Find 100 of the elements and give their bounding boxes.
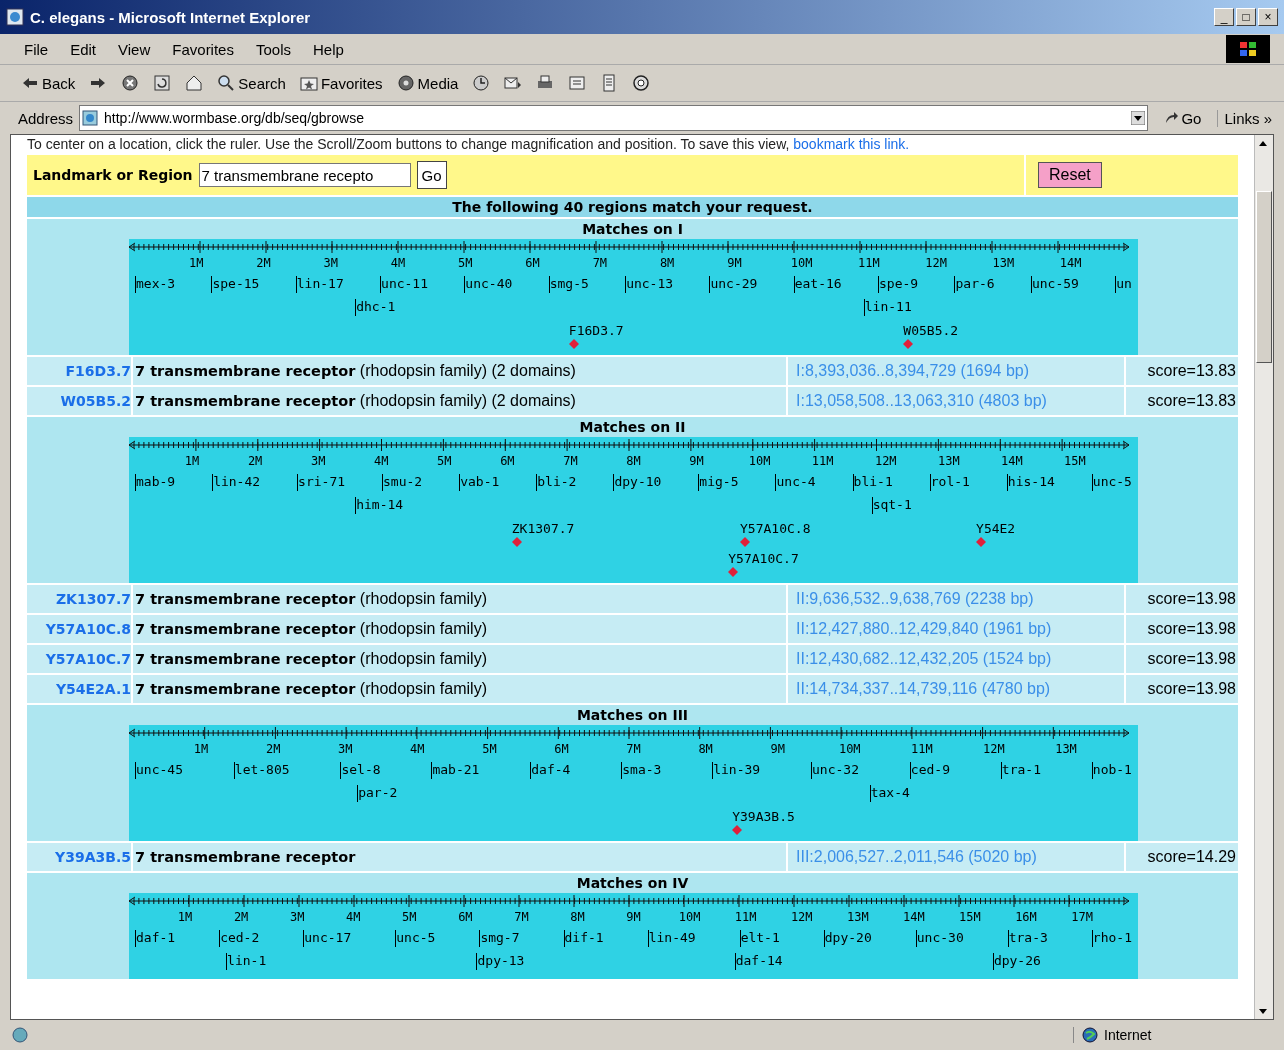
gene-label[interactable]: unc-30 xyxy=(915,930,964,947)
gene-label[interactable]: smg-7 xyxy=(479,930,520,947)
gene-label[interactable]: par-6 xyxy=(954,276,995,293)
bookmark-link[interactable]: bookmark this link. xyxy=(793,136,910,152)
gene-label[interactable]: par-2 xyxy=(357,785,398,802)
gene-label[interactable]: sri-71 xyxy=(297,474,346,491)
gene-label[interactable]: unc-45 xyxy=(135,762,183,779)
diamond-marker-icon[interactable] xyxy=(976,537,987,547)
gene-label[interactable]: let-805 xyxy=(233,762,290,779)
match-label[interactable]: ZK1307.7 xyxy=(511,521,575,537)
match-label[interactable]: Y39A3B.5 xyxy=(732,809,795,825)
links-button[interactable]: Links » xyxy=(1217,109,1278,127)
gene-label[interactable]: ced-2 xyxy=(219,930,260,947)
gene-label[interactable]: unc-59 xyxy=(1030,276,1079,293)
gene-label[interactable]: mig-5 xyxy=(698,474,739,491)
gene-label[interactable]: tax-4 xyxy=(869,785,910,802)
gene-label[interactable]: smg-5 xyxy=(548,276,589,293)
gene-label[interactable]: dpy-13 xyxy=(476,953,525,970)
gene-label[interactable]: spe-15 xyxy=(211,276,260,293)
gene-label[interactable]: unc-29 xyxy=(709,276,758,293)
gene-label[interactable]: unc-5 xyxy=(395,930,436,947)
gene-label[interactable]: smu-2 xyxy=(382,474,423,491)
ruler-drawing[interactable] xyxy=(129,725,1129,741)
gene-label[interactable]: sqt-1 xyxy=(871,497,912,514)
gene-label[interactable]: rol-1 xyxy=(929,474,970,491)
chromosome-map[interactable]: 1M 2M 3M 4M 5M 6M 7M 8M 9M 10M 11M 12M 13M 14M 15M 16M 17M daf-1 ced-2 unc-17 unc-5 smg-7 dif-1 lin-49 elt-1 dpy-20 unc-30 tra-3 rho-1 lin-1 dpy-13 daf-14 dpy-26 xyxy=(129,893,1138,979)
gene-label[interactable]: unc-4 xyxy=(775,474,816,491)
window-control-button[interactable]: _ xyxy=(1214,8,1234,26)
gene-label[interactable]: lin-1 xyxy=(226,953,267,970)
gene-label[interactable]: lin-17 xyxy=(295,276,344,293)
gene-label[interactable]: bli-2 xyxy=(536,474,577,491)
gene-label[interactable]: unc-13 xyxy=(625,276,674,293)
scroll-thumb[interactable] xyxy=(1256,191,1272,363)
gene-label[interactable]: lin-49 xyxy=(647,930,696,947)
gene-label[interactable]: his-14 xyxy=(1006,474,1055,491)
gene-label[interactable]: daf-14 xyxy=(734,953,783,970)
go-button[interactable]: Go xyxy=(1154,109,1212,127)
gene-label[interactable]: tra-1 xyxy=(1000,762,1041,779)
gene-label[interactable]: unc-11 xyxy=(380,276,429,293)
gene-label[interactable]: tra-3 xyxy=(1007,930,1048,947)
gene-label[interactable]: dpy-10 xyxy=(613,474,662,491)
gene-label[interactable]: unc-32 xyxy=(811,762,859,779)
diamond-marker-icon[interactable] xyxy=(568,339,579,349)
gene-label[interactable]: ced-9 xyxy=(909,762,950,779)
gene-label[interactable]: bli-1 xyxy=(852,474,893,491)
dropdown-arrow-icon[interactable] xyxy=(1131,111,1146,125)
ruler-drawing[interactable] xyxy=(129,893,1129,909)
menu-item[interactable]: View xyxy=(118,40,151,58)
gene-label[interactable]: sel-8 xyxy=(340,762,381,779)
landmark-field[interactable]: 7 transmembrane recepto xyxy=(198,163,411,187)
gene-label[interactable]: sma-3 xyxy=(621,762,662,779)
vertical-scrollbar[interactable] xyxy=(1254,135,1273,1019)
gene-label[interactable]: lin-11 xyxy=(863,299,912,316)
match-label[interactable]: Y57A10C.7 xyxy=(728,551,799,567)
gene-label[interactable]: vab-1 xyxy=(459,474,500,491)
gene-label[interactable]: lin-42 xyxy=(212,474,261,491)
gene-label[interactable]: unc-17 xyxy=(303,930,352,947)
back-button[interactable]: Back xyxy=(18,72,79,94)
chromosome-map[interactable]: 1M 2M 3M 4M 5M 6M 7M 8M 9M 10M 11M 12M 13M 14M 15M mab-9 lin-42 sri-71 smu-2 vab-1 bli-2 dpy-10 mig-5 unc-4 bli-1 rol-1 his-14 unc-5 him-14 sqt-1 ZK1307.7 Y57A10C.8 Y54E2 Y57A10C.7 xyxy=(129,437,1138,583)
gene-label[interactable]: eat-16 xyxy=(793,276,842,293)
match-label[interactable]: Y57A10C.8 xyxy=(740,521,811,537)
gene-label[interactable]: dif-1 xyxy=(563,930,604,947)
gene-label[interactable]: spe-9 xyxy=(878,276,919,293)
menu-item[interactable]: Tools xyxy=(255,40,291,58)
gene-label[interactable]: nob-1 xyxy=(1091,762,1132,779)
reset-button[interactable]: Reset xyxy=(1038,162,1102,188)
chromosome-map[interactable]: 1M 2M 3M 4M 5M 6M 7M 8M 9M 10M 11M 12M 13M unc-45 let-805 sel-8 mab-21 daf-4 sma-3 lin-39 unc-32 ced-9 tra-1 nob-1 par-2 tax-4 Y39A3B.5 xyxy=(129,725,1138,841)
gene-label[interactable]: dhc-1 xyxy=(355,299,396,316)
gene-label[interactable]: dpy-20 xyxy=(823,930,872,947)
gene-label[interactable]: dpy-26 xyxy=(992,953,1041,970)
window-control-button[interactable]: □ xyxy=(1236,8,1256,26)
media-button[interactable]: Media xyxy=(393,72,462,94)
diamond-marker-icon[interactable] xyxy=(732,825,743,835)
window-control-button[interactable]: × xyxy=(1258,8,1278,26)
go-button[interactable]: Go xyxy=(416,161,447,189)
gene-label[interactable]: him-14 xyxy=(355,497,404,514)
diamond-marker-icon[interactable] xyxy=(740,537,750,547)
ruler-drawing[interactable] xyxy=(129,239,1129,255)
favorites-button[interactable]: Favorites xyxy=(296,72,386,94)
gene-label[interactable]: daf-4 xyxy=(530,762,571,779)
diamond-marker-icon[interactable] xyxy=(903,339,914,349)
chromosome-map[interactable]: 1M 2M 3M 4M 5M 6M 7M 8M 9M 10M 11M 12M 13M 14M mex-3 spe-15 lin-17 unc-11 unc-40 smg-5 unc-13 unc-29 eat-16 spe-9 par-6 unc-59 un dhc-1 lin-11 F16D3.7 W05B5.2 xyxy=(129,239,1138,355)
menu-item[interactable]: Help xyxy=(313,40,344,58)
gene-label[interactable]: unc-5 xyxy=(1091,474,1132,491)
menu-item[interactable]: File xyxy=(24,40,49,58)
gene-label[interactable]: daf-1 xyxy=(135,930,176,947)
gene-label[interactable]: unc-40 xyxy=(464,276,513,293)
address-field[interactable]: http://www.wormbase.org/db/seq/gbrowse xyxy=(79,105,1149,131)
gene-label[interactable]: elt-1 xyxy=(739,930,780,947)
search-button[interactable]: Search xyxy=(214,72,289,94)
gene-label[interactable]: mex-3 xyxy=(135,276,176,293)
menu-item[interactable]: Favorites xyxy=(172,40,234,58)
diamond-marker-icon[interactable] xyxy=(511,537,522,547)
gene-label[interactable]: un xyxy=(1115,276,1132,293)
gene-label[interactable]: lin-39 xyxy=(712,762,761,779)
diamond-marker-icon[interactable] xyxy=(728,567,739,577)
ruler-drawing[interactable] xyxy=(129,437,1129,453)
gene-label[interactable]: mab-9 xyxy=(135,474,176,491)
gene-label[interactable]: mab-21 xyxy=(431,762,480,779)
match-label[interactable]: Y54E2 xyxy=(976,521,1016,537)
